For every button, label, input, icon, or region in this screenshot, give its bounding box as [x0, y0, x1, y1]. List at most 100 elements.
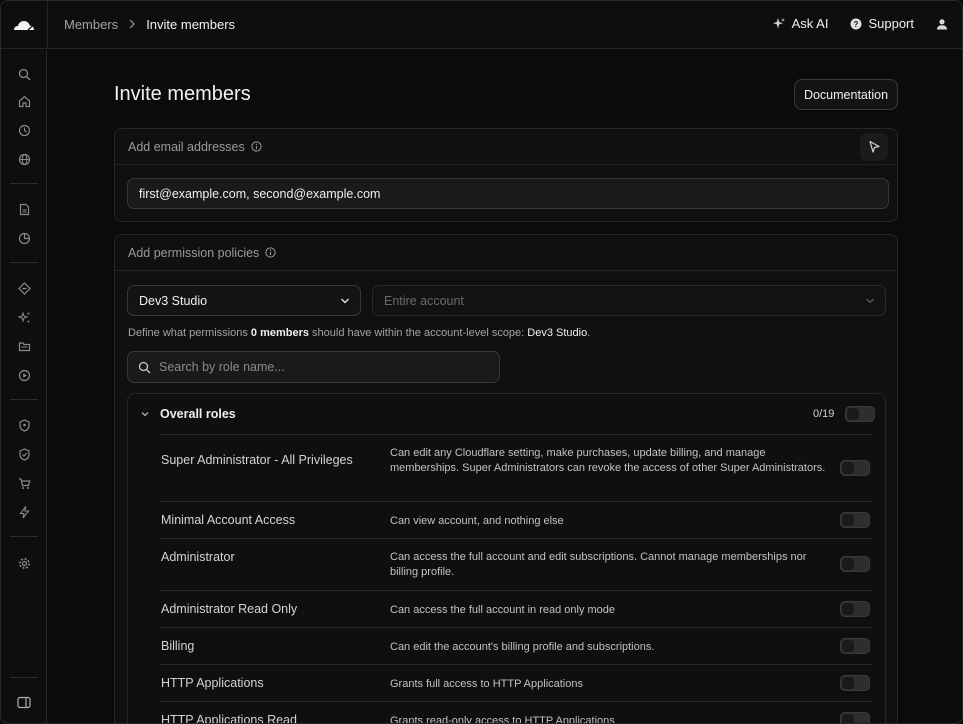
- overall-roles-title: Overall roles: [160, 407, 236, 421]
- role-name: Administrator Read Only: [161, 602, 298, 616]
- role-name: Administrator: [161, 550, 235, 564]
- search-icon: [138, 361, 151, 373]
- top-bar: Members Invite members Ask AI ? Support: [1, 1, 962, 49]
- ask-ai-label: Ask AI: [791, 16, 829, 31]
- select-all-roles-toggle[interactable]: [845, 406, 875, 422]
- breadcrumb-current: Invite members: [146, 17, 236, 32]
- account-select-value: Dev3 Studio: [139, 293, 208, 308]
- role-description: Can view account, and nothing else: [390, 515, 564, 527]
- role-name: HTTP Applications: [161, 676, 264, 690]
- email-input[interactable]: first@example.com, second@example.com: [127, 178, 889, 209]
- permissions-section-header: Add permission policies: [115, 235, 897, 271]
- overall-roles-header[interactable]: Overall roles 0/19: [128, 394, 885, 434]
- scope-select[interactable]: Entire account: [372, 285, 886, 316]
- user-icon: [937, 18, 947, 29]
- app-window: Members Invite members Ask AI ? Support: [0, 0, 963, 724]
- ai-sparkle-icon[interactable]: [16, 309, 32, 325]
- desc-prefix: Define what permissions: [128, 327, 251, 339]
- role-row: HTTP Applications Read Grants read-only a…: [160, 702, 872, 724]
- role-name: Minimal Account Access: [161, 513, 296, 527]
- permissions-description: Define what permissions 0 members should…: [128, 327, 590, 339]
- desc-suffix: .: [587, 327, 591, 339]
- role-row: Super Administrator - All Privileges Can …: [160, 435, 872, 502]
- role-row: Billing Can edit the account's billing pr…: [160, 628, 872, 665]
- shield-icon[interactable]: [16, 417, 32, 433]
- pointer-cursor-button[interactable]: [860, 133, 888, 161]
- member-count: 0 members: [250, 327, 309, 339]
- permissions-section-label: Add permission policies: [128, 245, 260, 260]
- sidebar-divider: [10, 677, 38, 678]
- account-select[interactable]: Dev3 Studio: [127, 285, 361, 316]
- email-addresses-card: Add email addresses first@example.com, s…: [114, 128, 898, 222]
- role-description: Can access the full account and edit sub…: [390, 551, 807, 578]
- sparkle-icon: [772, 17, 785, 28]
- sidebar: [1, 50, 47, 723]
- home-icon[interactable]: [16, 93, 32, 109]
- cloudflare-logo[interactable]: [11, 15, 37, 35]
- desc-middle: should have within the account-level sco…: [308, 327, 528, 339]
- desc-scope-name: Dev3 Studio: [527, 327, 588, 339]
- shield-check-icon[interactable]: [16, 446, 32, 462]
- sidebar-divider: [10, 536, 38, 537]
- topbar-divider: [47, 1, 48, 49]
- lightning-icon[interactable]: [16, 504, 32, 520]
- svg-text:?: ?: [854, 20, 859, 29]
- role-description: Grants full access to HTTP Applications: [390, 678, 583, 690]
- role-row: HTTP Applications Grants full access to H…: [160, 665, 872, 702]
- role-name: Billing: [161, 639, 195, 653]
- gear-icon[interactable]: [16, 555, 32, 571]
- analytics-icon[interactable]: [16, 230, 32, 246]
- role-description: Can edit the account's billing profile a…: [390, 641, 655, 653]
- breadcrumb-members-link[interactable]: Members: [64, 17, 118, 32]
- role-row: Minimal Account Access Can view account, …: [160, 502, 872, 539]
- permission-policies-card: Add permission policies Dev3 Studio Enti…: [114, 234, 898, 724]
- role-toggle[interactable]: [840, 675, 870, 691]
- cart-icon[interactable]: [16, 475, 32, 491]
- user-menu-button[interactable]: [936, 18, 948, 30]
- code-icon[interactable]: [16, 280, 32, 296]
- role-toggle[interactable]: [840, 512, 870, 528]
- role-description: Can access the full account in read only…: [390, 604, 616, 616]
- main-content: Invite members Documentation Add email a…: [48, 50, 962, 724]
- sidebar-divider: [10, 183, 38, 184]
- breadcrumb-chevron-icon: [128, 18, 136, 32]
- chevron-down-icon[interactable]: [140, 409, 150, 419]
- support-label: Support: [868, 16, 914, 31]
- search-icon[interactable]: [16, 66, 32, 82]
- document-icon[interactable]: [16, 201, 32, 217]
- sidebar-divider: [10, 262, 38, 263]
- breadcrumb: Members Invite members: [64, 17, 235, 32]
- sidebar-toggle-icon[interactable]: [16, 694, 32, 710]
- folder-icon[interactable]: [16, 338, 32, 354]
- role-name: Super Administrator - All Privileges: [161, 453, 353, 467]
- role-toggle[interactable]: [840, 638, 870, 654]
- email-section-label: Add email addresses: [128, 139, 245, 154]
- role-toggle[interactable]: [840, 556, 870, 572]
- chevron-down-icon: [866, 298, 874, 304]
- documentation-button[interactable]: Documentation: [794, 79, 898, 110]
- info-icon[interactable]: [265, 247, 276, 258]
- role-description: Can edit any Cloudflare setting, make pu…: [390, 447, 826, 474]
- chevron-down-icon: [341, 298, 349, 304]
- role-row: Administrator Read Only Can access the fu…: [160, 591, 872, 628]
- selected-roles-count: 0/19: [813, 408, 835, 420]
- search-placeholder: Search by role name...: [159, 360, 285, 374]
- globe-icon[interactable]: [16, 151, 32, 167]
- scope-select-placeholder: Entire account: [384, 293, 464, 308]
- ask-ai-button[interactable]: Ask AI: [772, 16, 829, 31]
- support-button[interactable]: ? Support: [850, 16, 914, 31]
- page-title: Invite members: [114, 83, 251, 105]
- play-icon[interactable]: [16, 367, 32, 383]
- help-circle-icon: ?: [850, 18, 862, 29]
- role-search-input[interactable]: Search by role name...: [127, 351, 500, 383]
- cursor-arrow-icon: [869, 140, 880, 153]
- email-section-header: Add email addresses: [115, 129, 897, 165]
- overall-roles-panel: Overall roles 0/19 Super Administrator -…: [127, 393, 886, 724]
- sidebar-divider: [10, 399, 38, 400]
- role-description: Grants read-only access to HTTP Applicat…: [390, 715, 615, 724]
- role-toggle[interactable]: [840, 460, 870, 476]
- role-toggle[interactable]: [840, 712, 870, 723]
- info-icon[interactable]: [251, 141, 262, 152]
- history-icon[interactable]: [16, 122, 32, 138]
- role-toggle[interactable]: [840, 601, 870, 617]
